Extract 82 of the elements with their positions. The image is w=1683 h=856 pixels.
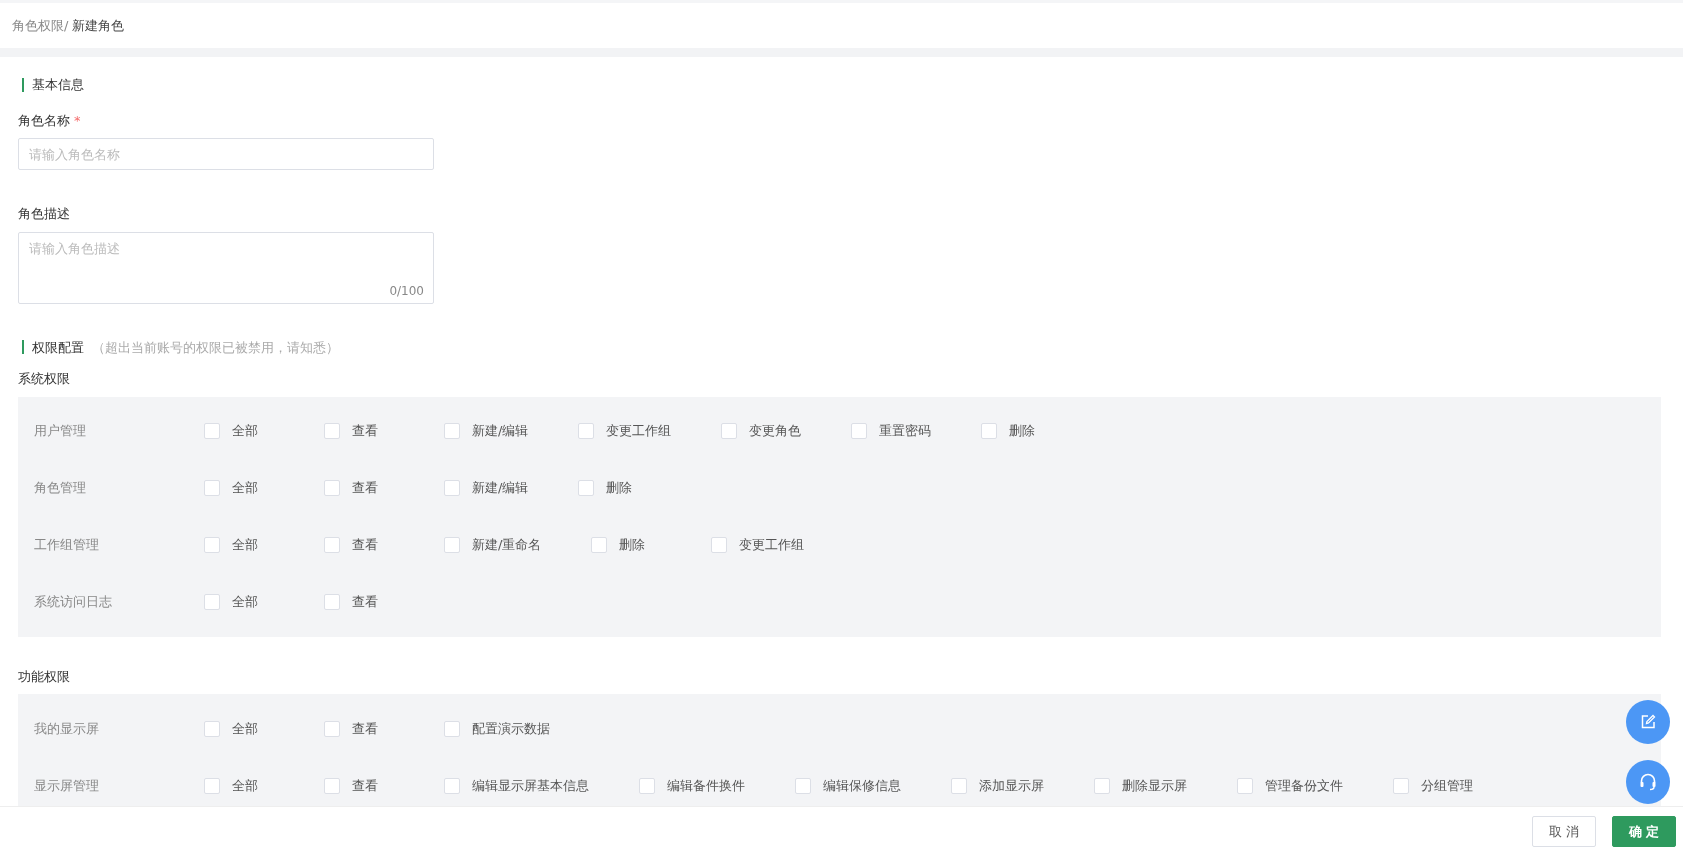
checkbox-label: 查看 bbox=[352, 719, 378, 738]
checkbox[interactable] bbox=[204, 480, 220, 496]
checkbox[interactable] bbox=[981, 423, 998, 439]
checkbox[interactable] bbox=[578, 480, 595, 496]
cancel-button[interactable]: 取 消 bbox=[1532, 816, 1596, 847]
checkbox-label: 变更角色 bbox=[749, 422, 802, 441]
checkbox[interactable] bbox=[324, 537, 340, 553]
section-title: 权限配置 bbox=[32, 338, 84, 357]
checkbox[interactable] bbox=[444, 537, 460, 553]
checkbox-label: 配置演示数据 bbox=[472, 719, 550, 738]
breadcrumb-link[interactable]: 角色权限/ bbox=[12, 15, 69, 36]
input-field[interactable]: 请输入角色名称 bbox=[18, 138, 434, 170]
section-note: （超出当前账号的权限已被禁用，请知悉） bbox=[92, 338, 339, 357]
checkbox-label: 新建/编辑 bbox=[472, 479, 529, 498]
checkbox[interactable] bbox=[578, 423, 595, 439]
permission-label: 我的显示屏 bbox=[34, 719, 100, 738]
checkbox[interactable] bbox=[204, 537, 220, 553]
checkbox-label: 编辑备件换件 bbox=[667, 776, 745, 795]
headset-icon bbox=[1638, 772, 1658, 792]
permission-label: 工作组管理 bbox=[34, 536, 100, 555]
permission-label: 系统访问日志 bbox=[34, 593, 113, 612]
checkbox-label: 新建/重命名 bbox=[472, 536, 542, 555]
group-title: 功能权限 bbox=[18, 667, 71, 686]
checkbox[interactable] bbox=[444, 777, 460, 794]
checkbox[interactable] bbox=[324, 423, 340, 439]
checkbox[interactable] bbox=[711, 537, 728, 553]
checkbox[interactable] bbox=[324, 777, 340, 794]
checkbox-label: 变更工作组 bbox=[739, 536, 805, 555]
permission-label: 角色管理 bbox=[34, 479, 87, 498]
checkbox-label: 重置密码 bbox=[879, 422, 932, 441]
checkbox[interactable] bbox=[721, 423, 738, 439]
char-counter: 0/100 bbox=[389, 282, 424, 300]
checkbox-label: 查看 bbox=[352, 536, 378, 555]
checkbox[interactable] bbox=[324, 720, 340, 737]
group-title: 系统权限 bbox=[18, 370, 71, 388]
checkbox-label: 管理备份文件 bbox=[1265, 776, 1343, 795]
checkbox-label: 删除显示屏 bbox=[1122, 776, 1187, 795]
checkbox-label: 全部 bbox=[232, 536, 258, 555]
confirm-button[interactable]: 确 定 bbox=[1612, 816, 1676, 847]
checkbox-label: 查看 bbox=[352, 479, 378, 498]
checkbox[interactable] bbox=[204, 594, 220, 610]
checkbox-label: 全部 bbox=[232, 719, 258, 738]
checkbox-label: 查看 bbox=[352, 776, 378, 795]
field-label: 角色名称 bbox=[18, 112, 70, 128]
permission-label: 用户管理 bbox=[34, 422, 87, 441]
checkbox[interactable] bbox=[639, 777, 655, 794]
checkbox-label: 删除 bbox=[619, 536, 646, 555]
checkbox[interactable] bbox=[444, 720, 460, 737]
checkbox-label: 全部 bbox=[232, 776, 258, 795]
checkbox-label: 新建/编辑 bbox=[472, 422, 529, 441]
checkbox-label: 变更工作组 bbox=[606, 422, 672, 441]
checkbox[interactable] bbox=[204, 423, 220, 439]
checkbox[interactable] bbox=[204, 777, 220, 794]
checkbox-label: 分组管理 bbox=[1421, 776, 1473, 795]
checkbox-label: 删除 bbox=[1009, 422, 1036, 441]
checkbox[interactable] bbox=[324, 594, 340, 610]
checkbox-label: 编辑保修信息 bbox=[823, 776, 901, 795]
field-label: 角色描述 bbox=[18, 206, 70, 221]
checkbox[interactable] bbox=[1094, 777, 1110, 794]
checkbox-label: 添加显示屏 bbox=[979, 776, 1044, 795]
checkbox[interactable] bbox=[1393, 777, 1409, 794]
checkbox[interactable] bbox=[444, 480, 460, 496]
checkbox-label: 编辑显示屏基本信息 bbox=[472, 776, 589, 795]
checkbox-label: 全部 bbox=[232, 422, 258, 441]
checkbox[interactable] bbox=[204, 720, 220, 737]
permission-label: 显示屏管理 bbox=[34, 776, 100, 795]
edit-icon bbox=[1640, 714, 1656, 730]
required-mark: * bbox=[74, 112, 81, 128]
checkbox[interactable] bbox=[951, 777, 967, 794]
checkbox[interactable] bbox=[851, 423, 868, 439]
checkbox-label: 全部 bbox=[232, 479, 258, 498]
checkbox[interactable] bbox=[324, 480, 340, 496]
checkbox-label: 查看 bbox=[352, 593, 378, 612]
breadcrumb-current: 新建角色 bbox=[72, 16, 125, 35]
checkbox-label: 查看 bbox=[352, 422, 378, 441]
checkbox-label: 全部 bbox=[232, 593, 258, 612]
section-title: 基本信息 bbox=[32, 76, 84, 94]
checkbox[interactable] bbox=[795, 777, 811, 794]
checkbox[interactable] bbox=[1237, 777, 1253, 794]
checkbox[interactable] bbox=[591, 537, 608, 553]
checkbox[interactable] bbox=[444, 423, 460, 439]
checkbox-label: 删除 bbox=[606, 479, 633, 498]
